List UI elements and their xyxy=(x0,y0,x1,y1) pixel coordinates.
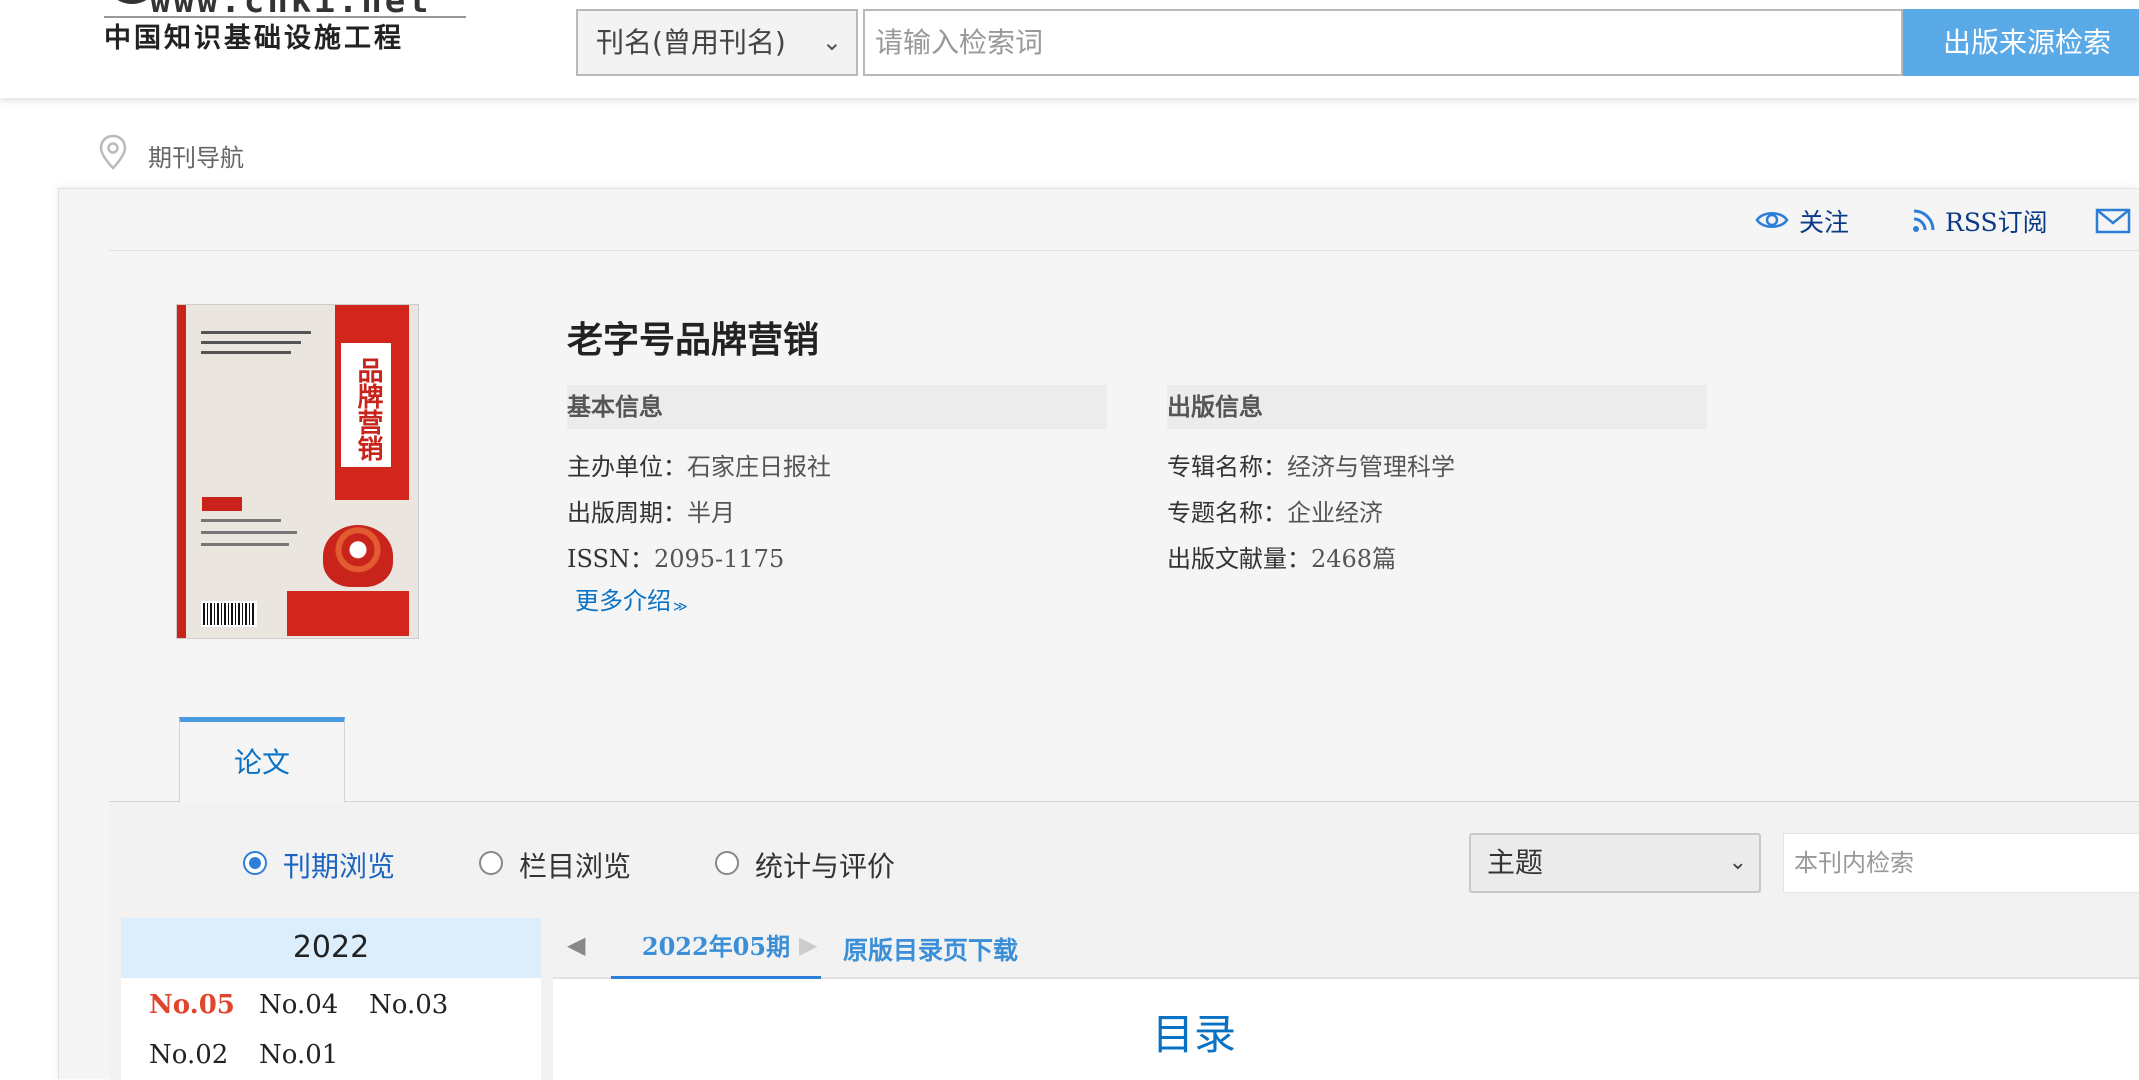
chevron-down-icon: ⌄ xyxy=(821,28,842,56)
rss-icon xyxy=(1913,209,1935,232)
year-header[interactable]: 2022 xyxy=(121,918,541,978)
journal-cover-image: 品牌营销 xyxy=(176,304,419,639)
breadcrumb-journal-nav[interactable]: 期刊导航 xyxy=(148,138,244,173)
logo-divider xyxy=(104,16,466,18)
topic-select-value: 主题 xyxy=(1487,846,1544,879)
submit-button[interactable]: 投稿 xyxy=(2095,203,2139,239)
download-toc-link[interactable]: 原版目录页下载 xyxy=(843,931,1018,967)
site-header: www.cnki.net 中国知识基础设施工程 刊名(曾用刊名) ⌄ 请输入检索… xyxy=(0,0,2139,98)
info-doc-count: 出版文献量：2468篇 xyxy=(1167,545,1397,573)
info-issn: ISSN：2095-1175 xyxy=(567,545,785,573)
year-issue-list: 2022 No.05 No.04 No.03 No.02 No.01 xyxy=(121,918,541,1080)
radio-empty-icon xyxy=(479,851,503,875)
cover-title: 品牌营销 xyxy=(353,357,383,461)
in-journal-search-input[interactable]: 本刊内检索 xyxy=(1783,833,2139,893)
radio-issue-browse[interactable]: 刊期浏览 xyxy=(243,845,423,883)
issue-nav-bar: ◀ 2022年05期 ▶ 原版目录页下载 xyxy=(553,921,2139,979)
tab-papers[interactable]: 论文 xyxy=(179,717,345,803)
cnki-logo[interactable]: www.cnki.net 中国知识基础设施工程 xyxy=(104,0,474,64)
prev-issue-arrow-icon[interactable]: ◀ xyxy=(567,931,585,959)
barcode xyxy=(201,601,257,627)
search-type-value: 刊名(曾用刊名) xyxy=(596,26,786,59)
follow-label: 关注 xyxy=(1799,208,1850,237)
rss-label: RSS订阅 xyxy=(1945,208,2048,237)
next-issue-arrow-icon[interactable]: ▶ xyxy=(799,931,817,959)
publish-info-heading: 出版信息 xyxy=(1167,385,1707,429)
radio-empty-icon xyxy=(715,851,739,875)
issue-no02[interactable]: No.02 xyxy=(149,1040,228,1070)
journal-title: 老字号品牌营销 xyxy=(567,320,820,361)
radio-column-browse[interactable]: 栏目浏览 xyxy=(479,845,659,883)
source-search-button[interactable]: 出版来源检索 xyxy=(1903,9,2139,76)
issue-no04[interactable]: No.04 xyxy=(259,990,338,1020)
info-album: 专辑名称：经济与管理科学 xyxy=(1167,453,1455,481)
double-chevron-down-icon: ≫ xyxy=(673,599,688,615)
more-intro-label: 更多介绍 xyxy=(575,587,671,615)
search-type-select[interactable]: 刊名(曾用刊名) ⌄ xyxy=(576,9,858,76)
more-intro-link[interactable]: 更多介绍 ≫ xyxy=(575,581,688,616)
issue-no01[interactable]: No.01 xyxy=(259,1040,338,1070)
basic-info-heading: 基本信息 xyxy=(567,385,1107,429)
follow-button[interactable]: 关注 xyxy=(1755,203,1875,239)
eye-icon xyxy=(1755,212,1789,228)
current-issue-tab[interactable]: 2022年05期 xyxy=(611,921,821,979)
toc-title: 目录 xyxy=(1151,1010,1236,1059)
info-sponsor: 主办单位：石家庄日报社 xyxy=(567,453,831,481)
journal-toolbar: 关注 RSS订阅 投稿 xyxy=(109,189,2139,251)
envelope-icon xyxy=(2095,208,2131,234)
radio-selected-icon xyxy=(243,851,267,875)
radio-stats-eval[interactable]: 统计与评价 xyxy=(715,845,925,883)
location-pin-icon xyxy=(99,134,127,170)
issue-no05[interactable]: No.05 xyxy=(149,990,235,1020)
rss-button[interactable]: RSS订阅 xyxy=(1911,203,2051,239)
chevron-down-icon: ⌄ xyxy=(1728,850,1747,875)
topic-select[interactable]: 主题 ⌄ xyxy=(1469,833,1761,893)
info-topic: 专题名称：企业经济 xyxy=(1167,499,1383,527)
logo-chinese-text: 中国知识基础设施工程 xyxy=(104,23,404,54)
journal-panel: 关注 RSS订阅 投稿 品牌营销 xyxy=(58,188,2139,1080)
info-frequency: 出版周期：半月 xyxy=(567,499,735,527)
tiger-illustration xyxy=(323,525,393,587)
issue-no03[interactable]: No.03 xyxy=(369,990,448,1020)
search-input[interactable]: 请输入检索词 xyxy=(863,9,1903,76)
toc-content: 目录 xyxy=(553,979,2139,1080)
